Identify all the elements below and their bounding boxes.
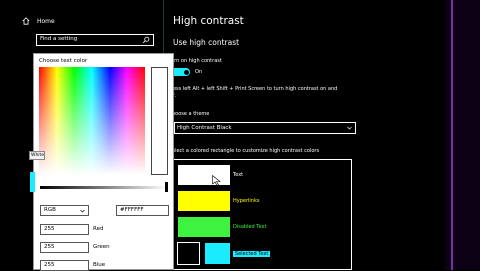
section-title: Use high contrast: [173, 38, 240, 47]
color-mode-value: RGB: [44, 207, 56, 213]
red-input[interactable]: 255: [40, 224, 89, 235]
home-icon: [22, 17, 30, 25]
toggle-state: On: [195, 69, 203, 75]
home-label: Home: [37, 17, 55, 25]
search-placeholder: Find a setting: [40, 36, 78, 42]
blue-label: Blue: [93, 262, 106, 268]
selected-text-bg-swatch[interactable]: [177, 242, 200, 265]
hex-value: #FFFFFF: [120, 207, 144, 213]
brightness-slider-thumb[interactable]: [165, 182, 168, 192]
hyperlinks-color-swatch[interactable]: [177, 190, 231, 212]
text-color-swatch[interactable]: [177, 164, 231, 186]
toggle-knob: [183, 69, 189, 75]
blue-value: 255: [44, 262, 55, 268]
window-border: [451, 0, 453, 270]
swatch-label-selected: Selected Text: [233, 251, 271, 257]
shortcut-line-2: ff.: [171, 93, 361, 99]
color-spectrum[interactable]: [39, 67, 145, 175]
swatch-label-hyperlinks: Hyperlinks: [233, 198, 260, 204]
home-nav-item[interactable]: Home: [22, 14, 142, 28]
swatch-label-disabled: Disabled Text: [233, 224, 267, 230]
color-tooltip: White: [29, 151, 45, 160]
search-icon[interactable]: [142, 36, 150, 44]
shortcut-line-1: ress left Alt + left Shift + Print Scree…: [171, 86, 338, 92]
color-swatch-panel: Text Hyperlinks Disabled Text Selected T…: [172, 159, 352, 270]
picker-title: Choose text color: [39, 58, 88, 64]
red-value: 255: [44, 226, 55, 232]
swatch-instruction: elect a colored rectangle to customize h…: [172, 148, 320, 154]
shortcut-text: ress left Alt + left Shift + Print Scree…: [171, 86, 361, 99]
theme-value: High Contrast Black: [177, 125, 232, 131]
chevron-down-icon: [80, 209, 85, 213]
toggle-label: urn on high contrast: [171, 58, 222, 64]
mouse-cursor-icon: [212, 175, 221, 186]
search-input[interactable]: Find a setting: [36, 34, 154, 46]
green-label: Green: [93, 244, 110, 250]
color-mode-select[interactable]: RGB: [40, 205, 89, 216]
green-value: 255: [44, 244, 55, 250]
red-label: Red: [93, 226, 104, 232]
page-title: High contrast: [173, 15, 244, 27]
chevron-down-icon: [347, 126, 352, 130]
green-input[interactable]: 255: [40, 242, 89, 253]
tooltip-anchor: [30, 172, 35, 192]
color-preview: [151, 67, 168, 175]
blue-input[interactable]: 255: [40, 260, 89, 271]
theme-dropdown[interactable]: High Contrast Black: [174, 122, 356, 134]
selected-text-fg-swatch[interactable]: [204, 242, 231, 265]
theme-label: hoose a theme: [172, 111, 210, 117]
disabled-text-color-swatch[interactable]: [177, 216, 231, 238]
swatch-label-text: Text: [233, 172, 244, 178]
brightness-slider[interactable]: [40, 186, 168, 189]
hex-input[interactable]: #FFFFFF: [116, 205, 169, 216]
